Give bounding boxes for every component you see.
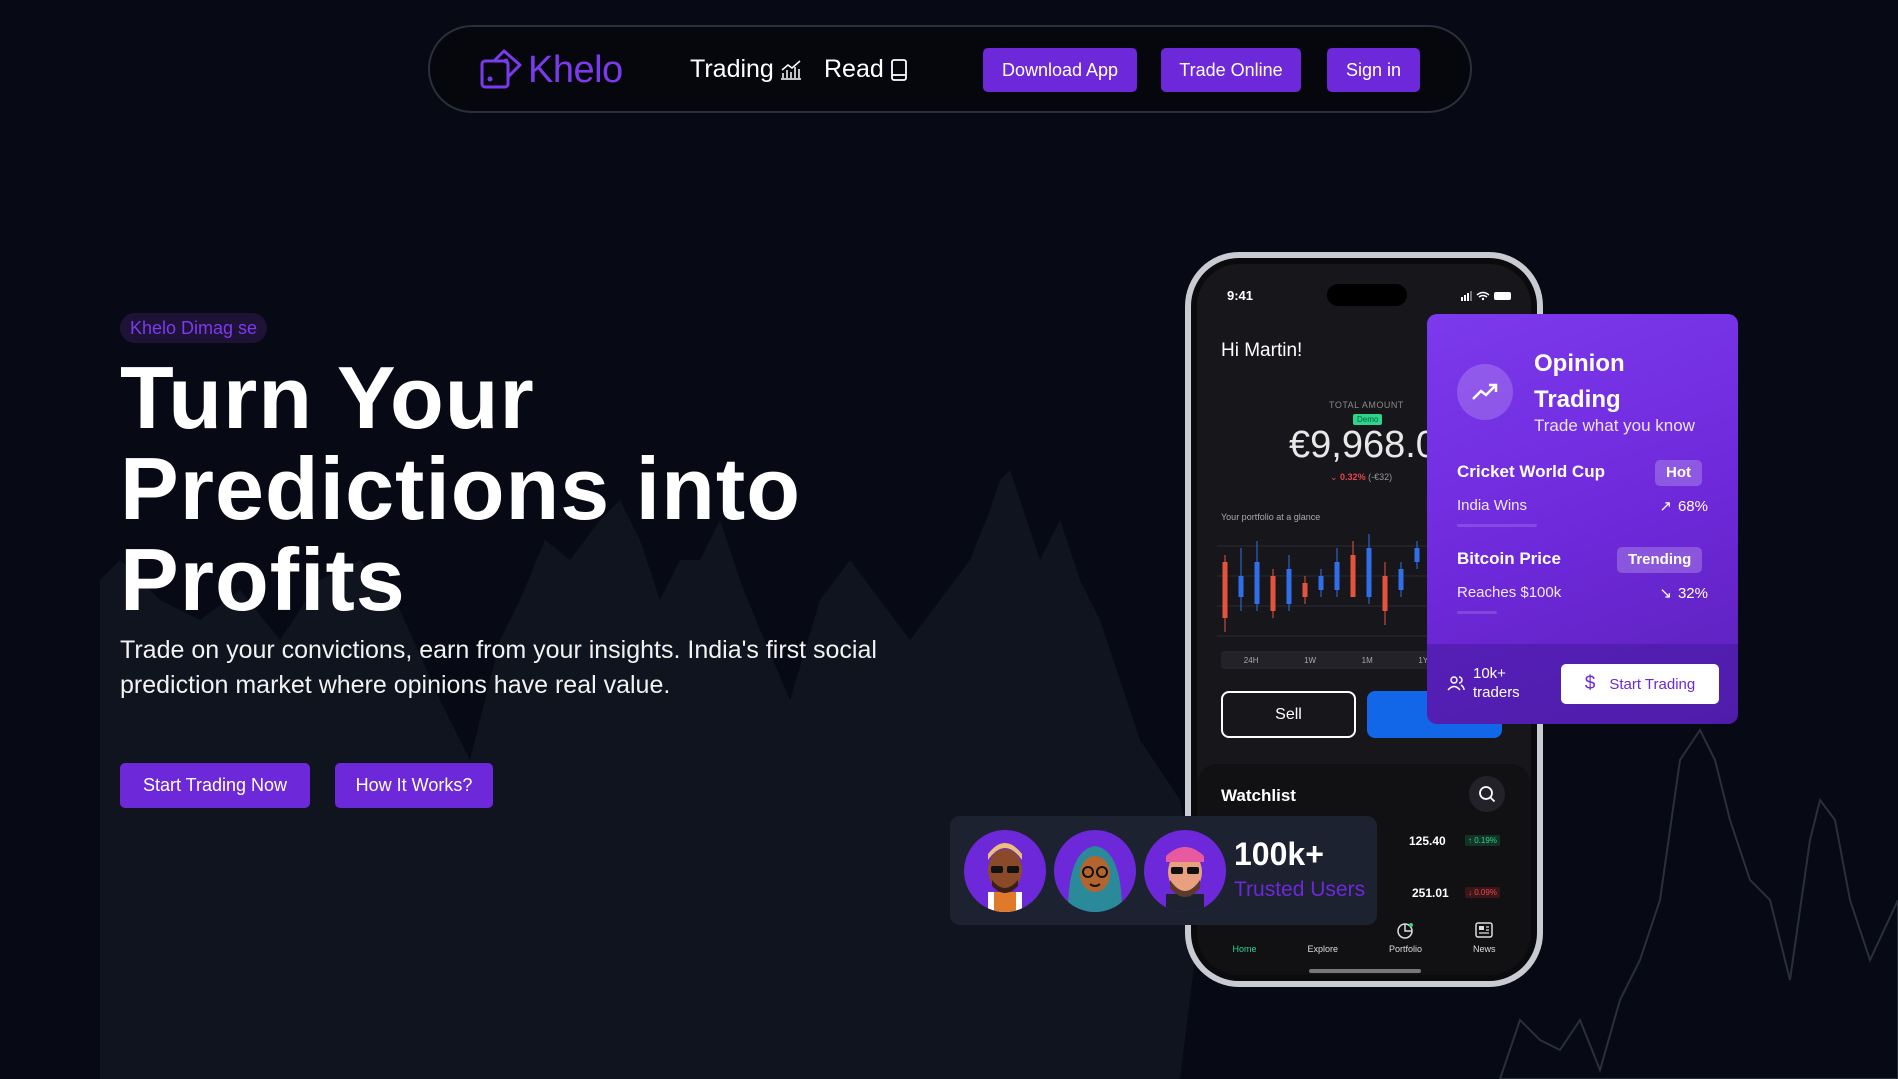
tab-home-label: Home xyxy=(1232,944,1257,954)
book-icon xyxy=(890,58,907,81)
tab-portfolio[interactable]: Portfolio xyxy=(1389,914,1422,974)
nav-link-read[interactable]: Read xyxy=(824,55,908,84)
candle-body xyxy=(1318,576,1324,590)
candle-body xyxy=(1366,548,1372,597)
avatar xyxy=(1144,830,1226,912)
start-trading-button[interactable]: $ Start Trading xyxy=(1561,664,1719,704)
nav-link-read-label: Read xyxy=(824,55,884,83)
hero-title-line: Predictions into xyxy=(120,439,801,538)
tab-portfolio-label: Portfolio xyxy=(1388,944,1422,954)
opinion-trading-card: Opinion Trading Trade what you know Cric… xyxy=(1427,314,1738,724)
market-badge-trending: Trending xyxy=(1617,547,1703,573)
users-icon xyxy=(1447,676,1465,691)
chart-icon xyxy=(780,59,801,80)
status-icons xyxy=(1461,291,1511,301)
trusted-users-card: 100k+ Trusted Users xyxy=(950,816,1377,925)
opinion-card-subtitle: Trade what you know xyxy=(1534,416,1695,435)
dollar-icon: $ xyxy=(1584,673,1596,694)
how-it-works-button[interactable]: How It Works? xyxy=(335,763,493,808)
market-badge-hot: Hot xyxy=(1655,460,1702,486)
amount-delta: ⌄ 0.32% (-€32) xyxy=(1330,472,1393,482)
home-indicator xyxy=(1309,969,1421,973)
start-trading-label: Start Trading xyxy=(1609,675,1696,693)
tab-explore-label: Explore xyxy=(1307,944,1338,954)
greeting-text: Hi Martin! xyxy=(1221,340,1303,361)
range-1m[interactable]: 1M xyxy=(1362,656,1373,665)
portfolio-icon xyxy=(1397,923,1414,939)
candle-body xyxy=(1414,548,1420,562)
brand-name: Khelo xyxy=(528,48,623,91)
hero-subtitle: Trade on your convictions, earn from you… xyxy=(120,636,877,699)
watchlist-change: ↑ 0.19% xyxy=(1465,835,1500,846)
brand-logo[interactable]: Khelo xyxy=(480,47,623,93)
tab-news[interactable]: News xyxy=(1472,914,1496,974)
candle-body xyxy=(1302,583,1308,597)
nav-link-trading-label: Trading xyxy=(690,55,774,83)
download-app-button[interactable]: Download App xyxy=(983,48,1137,92)
avatar xyxy=(964,830,1046,912)
market-outcome: India Wins xyxy=(1457,497,1528,514)
trusted-users-label: Trusted Users xyxy=(1234,878,1366,901)
dice-logo-icon xyxy=(480,49,522,89)
trending-up-icon xyxy=(1457,364,1513,420)
candle-body xyxy=(1254,562,1260,604)
trusted-users-count: 100k+ xyxy=(1234,836,1324,872)
market-divider xyxy=(1457,611,1497,614)
watchlist-change: ↓ 0.09% xyxy=(1465,887,1500,898)
hero-title-line: Turn Your xyxy=(120,348,535,447)
range-24h[interactable]: 24H xyxy=(1244,656,1259,665)
market-probability-value: 68% xyxy=(1677,497,1708,515)
market-title: Bitcoin Price xyxy=(1457,549,1561,568)
news-icon xyxy=(1475,922,1493,938)
candle-body xyxy=(1270,576,1276,611)
arrow-down-right-icon: ↘ xyxy=(1659,585,1672,602)
traders-count-label: 10k+ traders xyxy=(1473,665,1520,701)
market-title: Cricket World Cup xyxy=(1457,462,1605,481)
delta-percent: 0.32% xyxy=(1340,472,1366,482)
hero-tagline: Khelo Dimag se xyxy=(120,313,268,343)
trade-online-button[interactable]: Trade Online xyxy=(1161,48,1301,92)
search-icon[interactable] xyxy=(1469,776,1505,812)
hero-title-line: Profits xyxy=(120,530,406,629)
candle-body xyxy=(1334,562,1340,590)
dynamic-island xyxy=(1327,284,1407,306)
nav-link-trading[interactable]: Trading xyxy=(690,55,802,84)
range-1w[interactable]: 1W xyxy=(1304,656,1316,665)
total-amount-label: TOTAL AMOUNT xyxy=(1329,400,1404,410)
watchlist-price: 251.01 xyxy=(1412,886,1449,900)
watchlist-title: Watchlist xyxy=(1221,786,1296,805)
watchlist-price: 125.40 xyxy=(1409,834,1446,848)
traders-count: 10k+ traders xyxy=(1447,664,1535,702)
top-navbar: Khelo Trading Read Download App Trade On… xyxy=(428,25,1472,113)
start-trading-now-button[interactable]: Start Trading Now xyxy=(120,763,310,808)
candlestick-chart xyxy=(1217,534,1437,637)
arrow-up-right-icon: ↗ xyxy=(1659,498,1672,515)
market-probability: ↘ 32% xyxy=(1659,584,1708,603)
market-probability-value: 32% xyxy=(1677,584,1708,602)
total-amount-value: €9,968.0 xyxy=(1289,424,1437,466)
market-divider xyxy=(1457,524,1537,527)
market-probability: ↗ 68% xyxy=(1659,497,1708,516)
sign-in-button[interactable]: Sign in xyxy=(1327,48,1420,92)
candle-body xyxy=(1398,569,1404,590)
market-outcome: Reaches $100k xyxy=(1457,584,1562,601)
status-time: 9:41 xyxy=(1227,288,1254,303)
candle-body xyxy=(1382,576,1388,611)
hero-title: Turn Your Predictions into Profits xyxy=(120,352,920,625)
candle-body xyxy=(1222,562,1228,618)
opinion-card-title: Opinion Trading xyxy=(1534,350,1625,413)
delta-absolute: (-€32) xyxy=(1368,472,1393,482)
candle-body xyxy=(1350,555,1356,597)
portfolio-glance-label: Your portfolio at a glance xyxy=(1221,512,1321,522)
avatar xyxy=(1054,830,1136,912)
time-range-selector: 24H 1W 1M 1Y xyxy=(1221,651,1451,669)
candle-body xyxy=(1238,576,1244,597)
candle-body xyxy=(1286,569,1292,604)
sell-button[interactable]: Sell xyxy=(1221,691,1356,738)
tab-news-label: News xyxy=(1472,944,1496,954)
